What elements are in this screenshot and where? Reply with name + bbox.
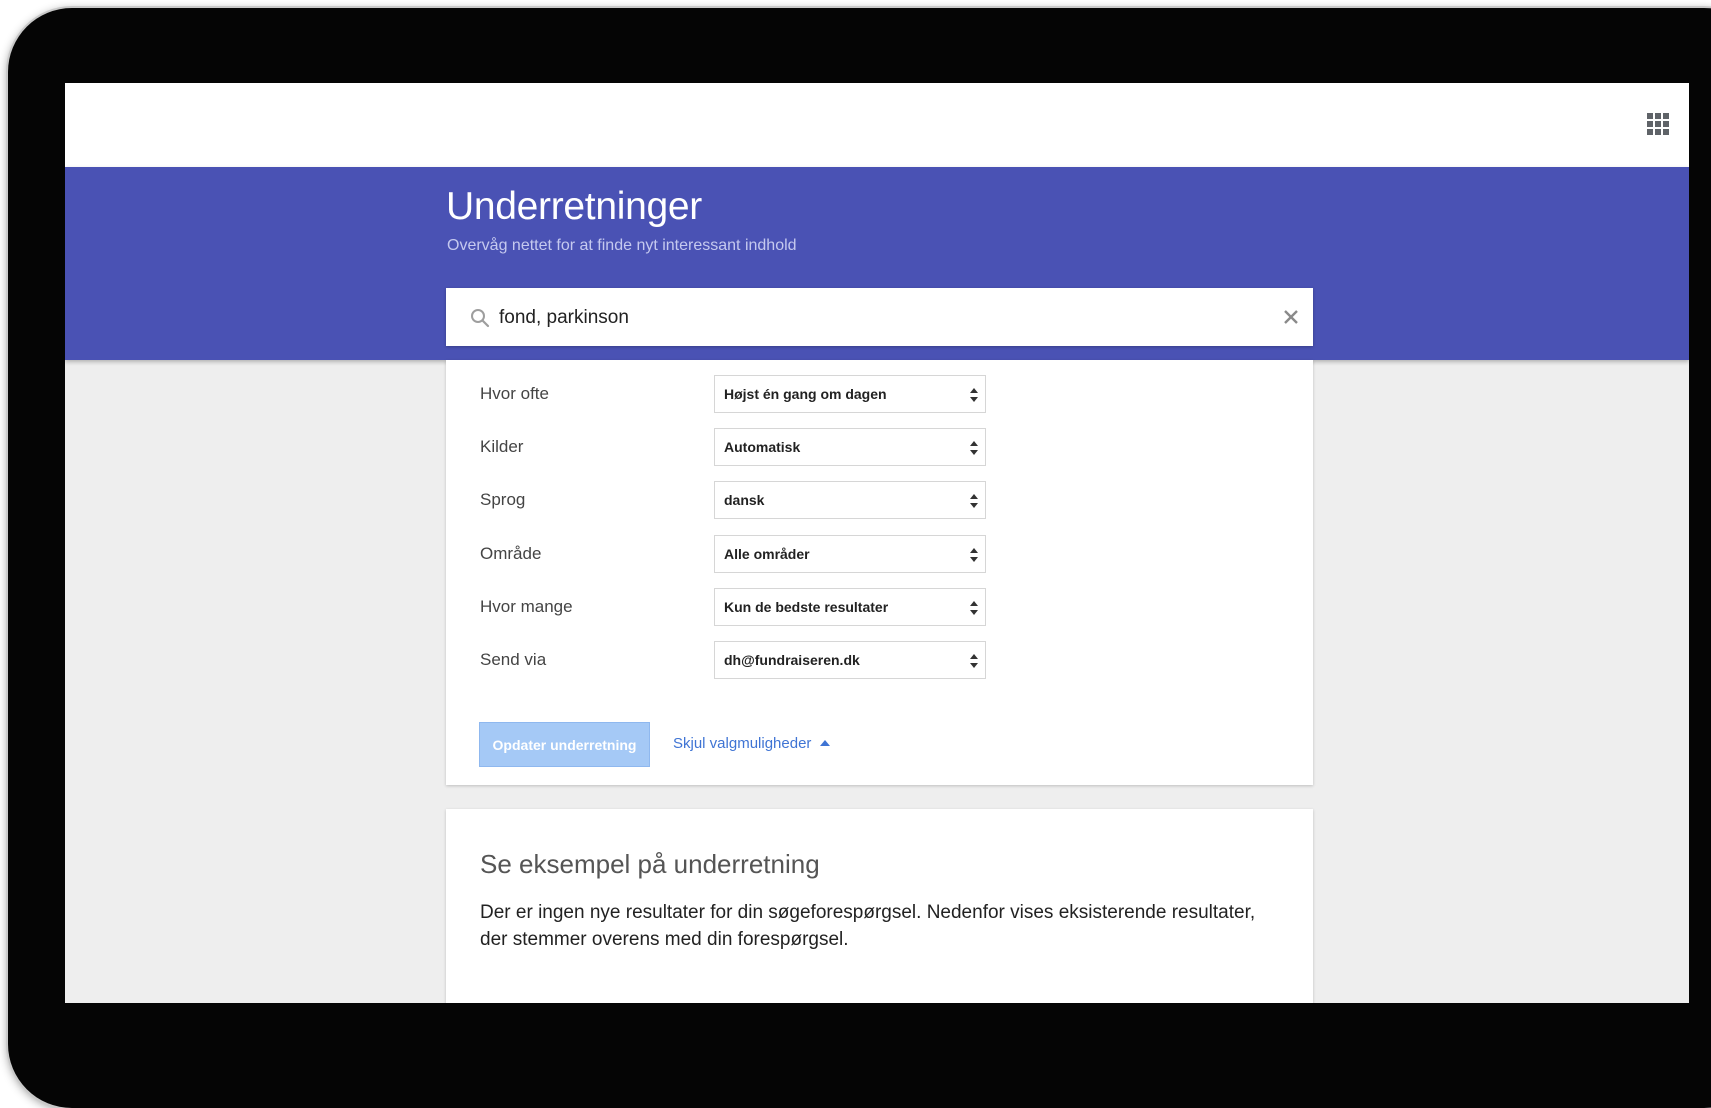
option-label: Kilder xyxy=(480,437,524,456)
option-row-sources: Kilder Automatisk xyxy=(446,428,1313,468)
page-subtitle: Overvåg nettet for at finde nyt interess… xyxy=(447,237,797,254)
search-query-text: fond, parkinson xyxy=(499,307,629,328)
deliver-to-select[interactable]: dh@fundraiseren.dk xyxy=(714,641,986,679)
page-header: Underretninger Overvåg nettet for at fin… xyxy=(65,167,1689,360)
option-row-frequency: Hvor ofte Højst én gang om dagen xyxy=(446,375,1313,415)
preview-message: Der er ingen nye resultater for din søge… xyxy=(480,902,1256,950)
updown-arrows-icon xyxy=(970,548,978,562)
updown-arrows-icon xyxy=(970,441,978,455)
option-label: Hvor mange xyxy=(480,597,573,616)
option-row-region: Område Alle områder xyxy=(446,535,1313,575)
close-icon[interactable] xyxy=(1279,305,1303,329)
option-row-deliver-to: Send via dh@fundraiseren.dk xyxy=(446,641,1313,681)
select-value: Højst én gang om dagen xyxy=(724,386,887,402)
alert-options-panel: Hvor ofte Højst én gang om dagen Kilder … xyxy=(446,360,1313,785)
option-label: Sprog xyxy=(480,490,526,509)
updown-arrows-icon xyxy=(970,388,978,402)
browser-screen: Underretninger Overvåg nettet for at fin… xyxy=(65,83,1689,1003)
option-label: Område xyxy=(480,544,542,563)
apps-grid-icon[interactable] xyxy=(1647,113,1669,135)
select-value: Automatisk xyxy=(724,439,801,455)
region-select[interactable]: Alle områder xyxy=(714,535,986,573)
select-value: dansk xyxy=(724,492,765,508)
search-icon xyxy=(471,309,490,328)
sources-select[interactable]: Automatisk xyxy=(714,428,986,466)
page-title: Underretninger xyxy=(446,185,702,228)
preview-title: Se eksempel på underretning xyxy=(480,849,820,879)
select-value: Kun de bedste resultater xyxy=(724,599,889,615)
top-bar xyxy=(65,83,1689,167)
updown-arrows-icon xyxy=(970,601,978,615)
search-input[interactable]: fond, parkinson xyxy=(446,288,1313,346)
hide-options-label: Skjul valgmuligheder xyxy=(673,735,812,752)
device-frame: Underretninger Overvåg nettet for at fin… xyxy=(8,8,1711,1108)
select-value: Alle områder xyxy=(724,546,810,562)
frequency-select[interactable]: Højst én gang om dagen xyxy=(714,375,986,413)
option-row-language: Sprog dansk xyxy=(446,481,1313,521)
alert-preview-card: Se eksempel på underretning Der er ingen… xyxy=(446,809,1313,1003)
how-many-select[interactable]: Kun de bedste resultater xyxy=(714,588,986,626)
select-value: dh@fundraiseren.dk xyxy=(724,652,860,668)
option-row-how-many: Hvor mange Kun de bedste resultater xyxy=(446,588,1313,628)
caret-up-icon xyxy=(820,740,831,747)
updown-arrows-icon xyxy=(970,494,978,508)
updown-arrows-icon xyxy=(970,654,978,668)
language-select[interactable]: dansk xyxy=(714,481,986,519)
option-label: Hvor ofte xyxy=(480,384,549,403)
hide-options-link[interactable]: Skjul valgmuligheder xyxy=(673,735,831,752)
option-label: Send via xyxy=(480,650,547,669)
update-alert-button[interactable]: Opdater underretning xyxy=(479,722,650,767)
